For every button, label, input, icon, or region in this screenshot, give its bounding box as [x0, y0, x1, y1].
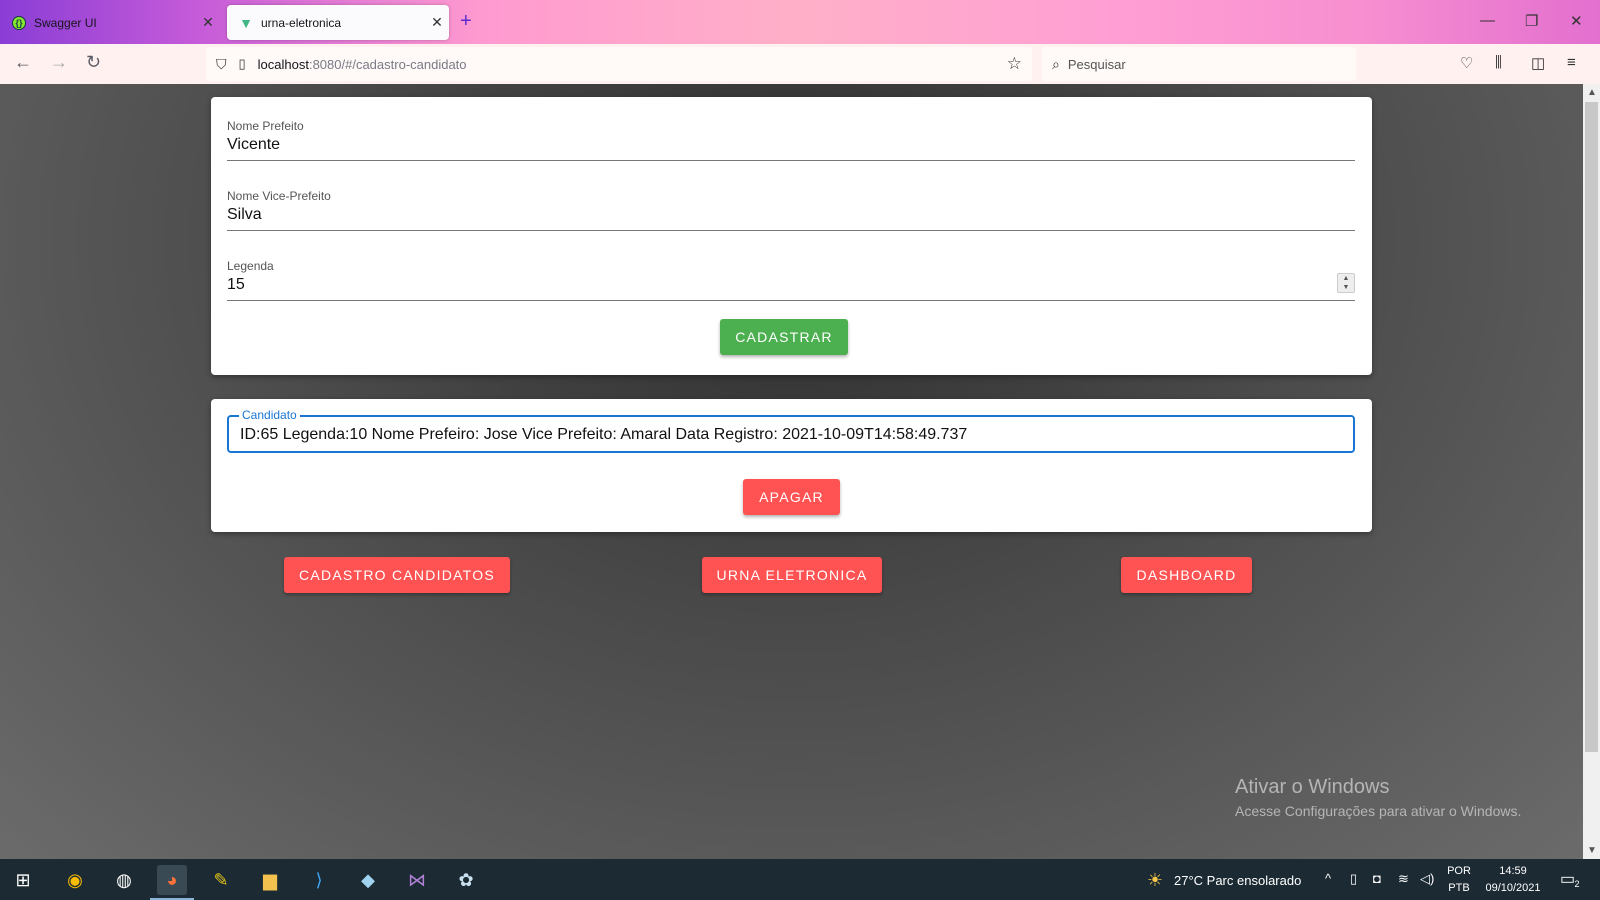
- swagger-icon: {}: [12, 15, 26, 30]
- vice-prefeito-input[interactable]: Silva: [227, 206, 1355, 228]
- paint-icon[interactable]: ✿: [451, 865, 481, 895]
- pocket-icon[interactable]: ♡: [1460, 54, 1473, 72]
- browser-nav-bar: ← → ↻ ⛉ ▯ localhost:8080/#/cadastro-cand…: [0, 44, 1600, 84]
- candidate-select-label: Candidato: [239, 408, 300, 422]
- apagar-button[interactable]: APAGAR: [743, 479, 840, 515]
- weather-icon[interactable]: ☀: [1140, 865, 1170, 895]
- search-icon: ⌕: [1052, 55, 1060, 72]
- back-arrow-icon[interactable]: ←: [14, 52, 32, 73]
- tab-title: Swagger UI: [34, 15, 97, 30]
- scroll-down-icon[interactable]: ▼: [1587, 845, 1597, 856]
- field-underline: [227, 300, 1355, 301]
- url-host: localhost: [257, 56, 309, 72]
- vscode-icon[interactable]: ⟩: [304, 865, 334, 895]
- dashboard-button[interactable]: DASHBOARD: [1121, 557, 1252, 593]
- search-placeholder: Pesquisar: [1067, 56, 1126, 72]
- language-top[interactable]: POR: [1444, 865, 1474, 877]
- vice-prefeito-label: Nome Vice-Prefeito: [227, 189, 331, 203]
- number-stepper-icon[interactable]: ▲ ▼: [1337, 273, 1355, 293]
- app-icon[interactable]: ◍: [109, 865, 139, 895]
- candidate-select[interactable]: Candidato ID:65 Legenda:10 Nome Prefeiro…: [227, 408, 1355, 453]
- meet-icon[interactable]: ◘: [1373, 871, 1381, 886]
- url-path: :8080/#/cadastro-candidato: [308, 56, 467, 72]
- tab-urna-eletronica[interactable]: ▼ urna-eletronica ✕: [227, 5, 449, 40]
- cadastrar-button[interactable]: CADASTRAR: [720, 319, 848, 355]
- candidate-select-card: Candidato ID:65 Legenda:10 Nome Prefeiro…: [211, 399, 1372, 532]
- legenda-input[interactable]: 15: [227, 276, 1355, 298]
- sidebar-icon[interactable]: ◫: [1531, 54, 1545, 72]
- visual-studio-icon[interactable]: ⋈: [402, 865, 432, 895]
- field-underline: [227, 160, 1355, 161]
- new-tab-button[interactable]: +: [460, 10, 472, 33]
- page-icon[interactable]: ▯: [239, 56, 246, 72]
- firefox-icon[interactable]: ◕: [157, 865, 187, 895]
- library-icon[interactable]: ⫼: [1495, 54, 1502, 71]
- url-bar[interactable]: ⛉ ▯ localhost:8080/#/cadastro-candidato …: [206, 47, 1032, 81]
- candidate-form-card: Nome Prefeito Vicente Nome Vice-Prefeito…: [211, 97, 1372, 375]
- reload-icon[interactable]: ↻: [86, 52, 101, 73]
- weather-text[interactable]: 27°C Parc ensolarado: [1174, 873, 1301, 888]
- field-underline: [227, 230, 1355, 231]
- vue-icon: ▼: [239, 14, 253, 31]
- windows-activation-watermark: Ativar o Windows Acesse Configurações pa…: [1235, 776, 1521, 819]
- notes-icon[interactable]: ✎: [206, 865, 236, 895]
- battery-icon[interactable]: ▯: [1350, 871, 1357, 887]
- urna-eletronica-button[interactable]: URNA ELETRONICA: [702, 557, 882, 593]
- bookmark-star-icon[interactable]: ☆: [1007, 54, 1022, 74]
- prefeito-input[interactable]: Vicente: [227, 136, 1355, 158]
- wifi-icon[interactable]: ≋: [1398, 871, 1409, 887]
- app-icon[interactable]: ◆: [353, 865, 383, 895]
- shield-icon[interactable]: ⛉: [216, 56, 227, 73]
- restore-icon[interactable]: ❐: [1525, 12, 1538, 30]
- scrollbar-thumb[interactable]: [1585, 102, 1598, 752]
- prefeito-label: Nome Prefeito: [227, 119, 304, 133]
- volume-icon[interactable]: ◁): [1420, 871, 1434, 887]
- windows-taskbar: ⊞ ◉ ◍ ◕ ✎ ▆ ⟩ ◆ ⋈ ✿ ☀ 27°C Parc ensolara…: [0, 859, 1600, 900]
- minimize-icon[interactable]: —: [1480, 12, 1495, 29]
- prefeito-field[interactable]: Nome Prefeito Vicente: [227, 119, 1355, 161]
- watermark-title: Ativar o Windows: [1235, 776, 1390, 798]
- candidate-select-value[interactable]: ID:65 Legenda:10 Nome Prefeiro: Jose Vic…: [240, 426, 967, 444]
- chevron-up-icon[interactable]: ^: [1325, 871, 1331, 886]
- legenda-field[interactable]: Legenda 15 ▲ ▼: [227, 259, 1355, 301]
- close-icon[interactable]: ✕: [425, 14, 449, 31]
- close-icon[interactable]: ✕: [196, 14, 220, 31]
- cadastro-candidatos-button[interactable]: CADASTRO CANDIDATOS: [284, 557, 510, 593]
- notification-count: 2: [1574, 879, 1580, 889]
- menu-icon[interactable]: ≡: [1567, 54, 1576, 71]
- browser-tab-bar: {} Swagger UI ✕ ▼ urna-eletronica ✕ + — …: [0, 0, 1600, 44]
- clock-date[interactable]: 09/10/2021: [1478, 882, 1548, 894]
- page-scrollbar[interactable]: ▲ ▼: [1583, 84, 1600, 859]
- page-content: Nome Prefeito Vicente Nome Vice-Prefeito…: [0, 84, 1583, 859]
- tab-swagger-ui[interactable]: {} Swagger UI ✕: [0, 5, 220, 40]
- window-close-icon[interactable]: ✕: [1570, 12, 1583, 30]
- tab-title: urna-eletronica: [261, 15, 342, 30]
- windows-start-icon[interactable]: ⊞: [8, 865, 38, 895]
- language-bottom[interactable]: PTB: [1444, 882, 1474, 894]
- scroll-up-icon[interactable]: ▲: [1587, 87, 1597, 98]
- clock-time[interactable]: 14:59: [1478, 865, 1548, 877]
- vice-prefeito-field[interactable]: Nome Vice-Prefeito Silva: [227, 189, 1355, 231]
- chrome-icon[interactable]: ◉: [60, 865, 90, 895]
- folder-icon[interactable]: ▆: [255, 865, 285, 895]
- search-input[interactable]: ⌕ Pesquisar: [1042, 47, 1356, 81]
- forward-arrow-icon[interactable]: →: [50, 52, 68, 73]
- legenda-label: Legenda: [227, 259, 274, 273]
- watermark-subtitle: Acesse Configurações para ativar o Windo…: [1235, 803, 1522, 819]
